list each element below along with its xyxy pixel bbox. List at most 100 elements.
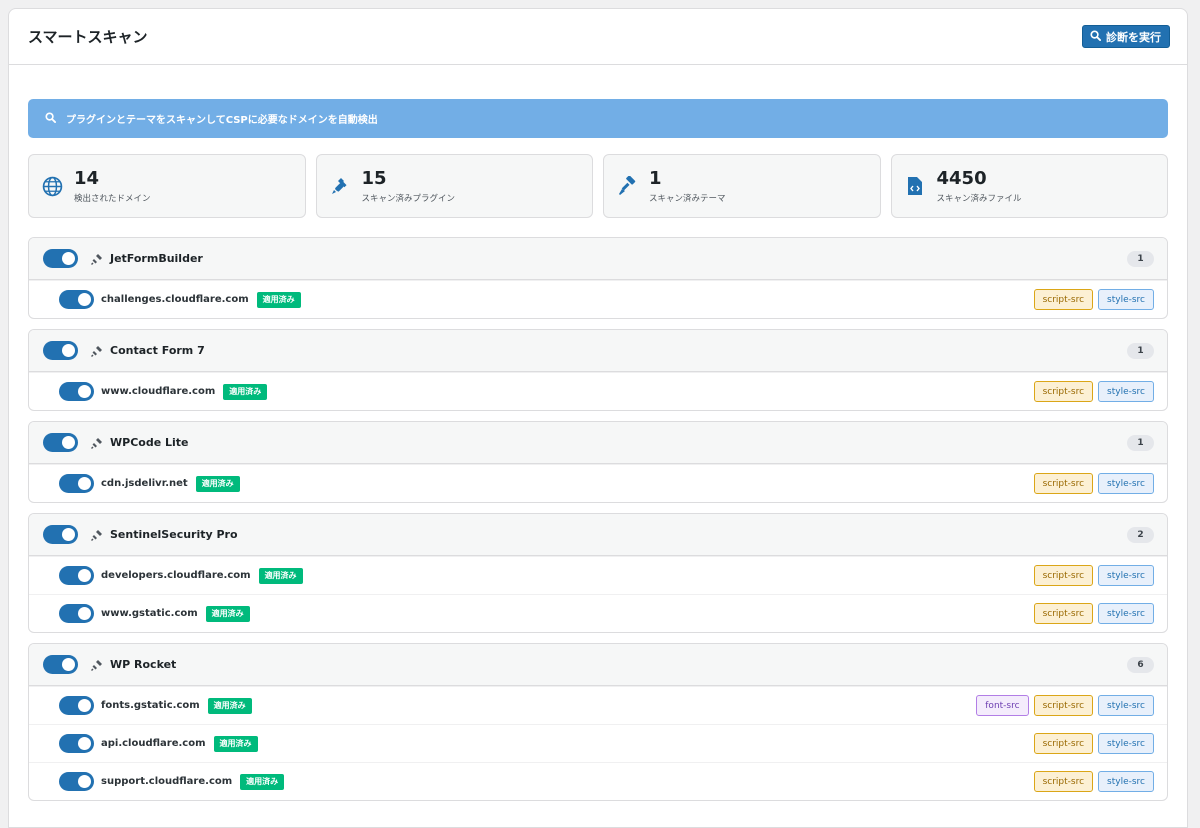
domain-toggle[interactable] xyxy=(59,772,94,791)
stat-card-files: 4450 スキャン済みファイル xyxy=(890,154,1168,218)
stat-value: 4450 xyxy=(936,168,987,189)
domain-row: www.gstatic.com 適用済み script-src style-sr… xyxy=(29,594,1167,632)
applied-badge: 適用済み xyxy=(258,567,303,584)
directive-list: script-src style-src xyxy=(1033,473,1154,494)
domain-toggle[interactable] xyxy=(59,696,94,715)
domain-toggle[interactable] xyxy=(59,290,94,309)
info-banner: プラグインとテーマをスキャンしてCSPに必要なドメインを自動検出 xyxy=(28,99,1168,138)
search-icon xyxy=(1090,29,1101,44)
applied-badge: 適用済み xyxy=(256,291,301,308)
directive-tag: style-src xyxy=(1098,473,1154,494)
stat-value: 14 xyxy=(74,168,100,189)
directive-tag: script-src xyxy=(1033,289,1094,310)
plugin-group: WP Rocket 6 fonts.gstatic.com 適用済み font-… xyxy=(28,643,1168,801)
directive-list: script-src style-src xyxy=(1033,289,1154,310)
directive-tag: style-src xyxy=(1098,289,1154,310)
directive-tag: style-src xyxy=(1098,603,1154,624)
domain-toggle[interactable] xyxy=(59,474,94,493)
plugin-group-header: JetFormBuilder 1 xyxy=(29,238,1167,280)
directive-tag: style-src xyxy=(1098,695,1154,716)
applied-badge: 適用済み xyxy=(240,773,285,790)
directive-tag: script-src xyxy=(1033,565,1094,586)
domain-toggle[interactable] xyxy=(59,382,94,401)
globe-icon xyxy=(40,174,64,198)
code-file-icon xyxy=(903,174,927,198)
plugin-group: JetFormBuilder 1 challenges.cloudflare.c… xyxy=(28,237,1168,319)
domain-row: support.cloudflare.com 適用済み script-src s… xyxy=(29,762,1167,800)
stat-card-plugins: 15 スキャン済みプラグイン xyxy=(315,154,593,218)
directive-tag: style-src xyxy=(1098,733,1154,754)
applied-badge: 適用済み xyxy=(205,605,250,622)
plugin-group-header: WP Rocket 6 xyxy=(29,644,1167,686)
stat-card-themes: 1 スキャン済みテーマ xyxy=(603,154,881,218)
directive-tag: script-src xyxy=(1033,771,1094,792)
domain-row: www.cloudflare.com 適用済み script-src style… xyxy=(29,372,1167,410)
domain-row: developers.cloudflare.com 適用済み script-sr… xyxy=(29,556,1167,594)
domain-row: challenges.cloudflare.com 適用済み script-sr… xyxy=(29,280,1167,318)
plugin-icon xyxy=(91,658,104,671)
plugin-group: WPCode Lite 1 cdn.jsdelivr.net 適用済み scri… xyxy=(28,421,1168,503)
stat-label: スキャン済みテーマ xyxy=(649,194,726,204)
domain-count-badge: 1 xyxy=(1127,342,1154,359)
brush-icon xyxy=(615,174,639,198)
plugin-toggle[interactable] xyxy=(43,525,78,544)
plugin-group-header: SentinelSecurity Pro 2 xyxy=(29,514,1167,556)
domain-count-badge: 1 xyxy=(1127,434,1154,451)
plugin-groups: JetFormBuilder 1 challenges.cloudflare.c… xyxy=(28,237,1168,801)
stat-label: スキャン済みプラグイン xyxy=(361,194,456,204)
plugin-icon xyxy=(91,528,104,541)
domain-name: cdn.jsdelivr.net xyxy=(101,478,188,489)
directive-list: script-src style-src xyxy=(1033,603,1154,624)
directive-tag: style-src xyxy=(1098,565,1154,586)
smart-scan-panel: スマートスキャン 診断を実行 プラグインとテーマをスキャンしてCSPに必要なドメ… xyxy=(8,8,1188,828)
plugin-toggle[interactable] xyxy=(43,655,78,674)
plugin-name: JetFormBuilder xyxy=(110,252,203,265)
directive-tag: style-src xyxy=(1098,381,1154,402)
run-diagnosis-button[interactable]: 診断を実行 xyxy=(1082,25,1170,48)
search-icon xyxy=(45,111,56,126)
directive-tag: script-src xyxy=(1033,381,1094,402)
stat-value: 1 xyxy=(649,168,662,189)
applied-badge: 適用済み xyxy=(195,475,240,492)
stat-label: 検出されたドメイン xyxy=(74,194,151,204)
plugin-name: WP Rocket xyxy=(110,658,177,671)
domain-toggle[interactable] xyxy=(59,566,94,585)
plugin-icon xyxy=(328,174,352,198)
domain-count-badge: 1 xyxy=(1127,250,1154,267)
applied-badge: 適用済み xyxy=(213,735,258,752)
plugin-toggle[interactable] xyxy=(43,249,78,268)
plugin-icon xyxy=(91,344,104,357)
plugin-icon xyxy=(91,436,104,449)
plugin-name: WPCode Lite xyxy=(110,436,189,449)
stat-value: 15 xyxy=(361,168,387,189)
directive-list: script-src style-src xyxy=(1033,381,1154,402)
plugin-toggle[interactable] xyxy=(43,433,78,452)
domain-row: api.cloudflare.com 適用済み script-src style… xyxy=(29,724,1167,762)
directive-list: font-src script-src style-src xyxy=(976,695,1154,716)
panel-header: スマートスキャン 診断を実行 xyxy=(9,9,1187,65)
plugin-name: SentinelSecurity Pro xyxy=(110,528,238,541)
directive-tag: font-src xyxy=(976,695,1029,716)
directive-tag: style-src xyxy=(1098,771,1154,792)
directive-tag: script-src xyxy=(1033,473,1094,494)
plugin-group: SentinelSecurity Pro 2 developers.cloudf… xyxy=(28,513,1168,633)
directive-tag: script-src xyxy=(1033,733,1094,754)
applied-badge: 適用済み xyxy=(207,697,252,714)
domain-name: support.cloudflare.com xyxy=(101,776,233,787)
domain-name: api.cloudflare.com xyxy=(101,738,206,749)
directive-list: script-src style-src xyxy=(1033,565,1154,586)
domain-toggle[interactable] xyxy=(59,604,94,623)
domain-row: fonts.gstatic.com 適用済み font-src script-s… xyxy=(29,686,1167,724)
info-banner-text: プラグインとテーマをスキャンしてCSPに必要なドメインを自動検出 xyxy=(66,115,378,126)
domain-name: challenges.cloudflare.com xyxy=(101,294,249,305)
domain-toggle[interactable] xyxy=(59,734,94,753)
stat-label: スキャン済みファイル xyxy=(936,194,1022,204)
page-title: スマートスキャン xyxy=(28,28,148,46)
domain-name: fonts.gstatic.com xyxy=(101,700,200,711)
applied-badge: 適用済み xyxy=(223,383,268,400)
domain-name: www.cloudflare.com xyxy=(101,386,216,397)
plugin-group-header: Contact Form 7 1 xyxy=(29,330,1167,372)
directive-tag: script-src xyxy=(1033,695,1094,716)
plugin-toggle[interactable] xyxy=(43,341,78,360)
domain-count-badge: 6 xyxy=(1127,656,1154,673)
